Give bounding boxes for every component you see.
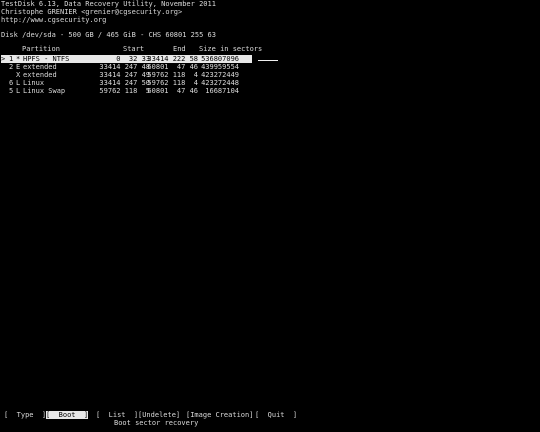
partition-flag: * xyxy=(16,55,21,63)
partition-size: 423272448 xyxy=(201,79,239,87)
partition-start: 33414 247 50 xyxy=(99,79,150,87)
partition-size: 439959554 xyxy=(201,63,239,71)
menu-type-button[interactable]: [ Type ] xyxy=(4,411,46,419)
bottom-menu: [ Type ] [ Boot ] [ List ] [Undelete] [I… xyxy=(1,411,539,419)
menu-list-button[interactable]: [ List ] xyxy=(96,411,138,419)
partition-flag: X xyxy=(16,71,21,79)
partition-size: 536807096 xyxy=(201,55,239,63)
column-header-partition: Partition xyxy=(22,45,60,53)
menu-quit-button[interactable]: [ Quit ] xyxy=(255,411,297,419)
table-row[interactable]: 5 L Linux Swap 59762 118 5 60801 47 46 166871… xyxy=(1,87,539,95)
menu-undelete-button[interactable]: [Undelete] xyxy=(138,411,180,419)
column-header-size: Size in sectors xyxy=(199,45,263,53)
partition-type: Linux xyxy=(23,79,45,87)
column-header-start: Start xyxy=(123,45,145,53)
cursor-underline xyxy=(252,55,278,63)
partition-size: 423272449 xyxy=(201,71,239,79)
partition-end: 59762 118 4 xyxy=(147,71,198,79)
partition-number: 5 xyxy=(9,87,14,95)
status-hint: Boot sector recovery xyxy=(114,419,199,427)
terminal-window: TestDisk 6.13, Data Recovery Utility, No… xyxy=(1,0,539,432)
table-header: Partition Start End Size in sectors xyxy=(1,45,539,53)
partition-flag: L xyxy=(16,79,21,87)
partition-flag: L xyxy=(16,87,21,95)
row-cursor: > xyxy=(1,55,6,63)
table-row[interactable]: >1 * HPFS - NTFS 0 32 33 33414 222 58 5368070… xyxy=(1,55,539,63)
partition-number: 6 xyxy=(9,79,14,87)
partition-start: 33414 247 49 xyxy=(99,71,150,79)
table-row[interactable]: 6 L Linux 33414 247 50 59762 118 4 423272448 xyxy=(1,79,539,87)
column-header-end: End xyxy=(173,45,186,53)
partition-start: 0 32 33 xyxy=(116,55,150,63)
partition-type: extended xyxy=(23,71,57,79)
app-title-line: TestDisk 6.13, Data Recovery Utility, No… xyxy=(1,0,216,8)
partition-flag: E xyxy=(16,63,21,71)
partition-number: 1 xyxy=(9,55,14,63)
author-line: Christophe GRENIER <grenier@cgsecurity.o… xyxy=(1,8,183,16)
partition-end: 59762 118 4 xyxy=(147,79,198,87)
partition-start: 33414 247 48 xyxy=(99,63,150,71)
partition-size: 16687104 xyxy=(205,87,239,95)
partition-type: extended xyxy=(23,63,57,71)
partition-start: 59762 118 5 xyxy=(99,87,150,95)
partition-type: Linux Swap xyxy=(23,87,66,95)
menu-image-creation-button[interactable]: [Image Creation] xyxy=(186,411,253,419)
partition-end: 60801 47 46 xyxy=(147,87,198,95)
partition-number: 2 xyxy=(9,63,14,71)
menu-boot-button[interactable]: [ Boot ] xyxy=(46,411,89,419)
url-line: http://www.cgsecurity.org xyxy=(1,16,107,24)
partition-type: HPFS - NTFS xyxy=(23,55,70,63)
table-row[interactable]: Xextended 33414 247 49 59762 118 4 42327244… xyxy=(1,71,539,79)
table-row[interactable]: 2 Eextended 33414 247 48 60801 47 46 4399595… xyxy=(1,63,539,71)
disk-info: Disk /dev/sda - 500 GB / 465 GiB - CHS 6… xyxy=(1,31,216,39)
partition-end: 60801 47 46 xyxy=(147,63,198,71)
partition-end: 33414 222 58 xyxy=(147,55,198,63)
